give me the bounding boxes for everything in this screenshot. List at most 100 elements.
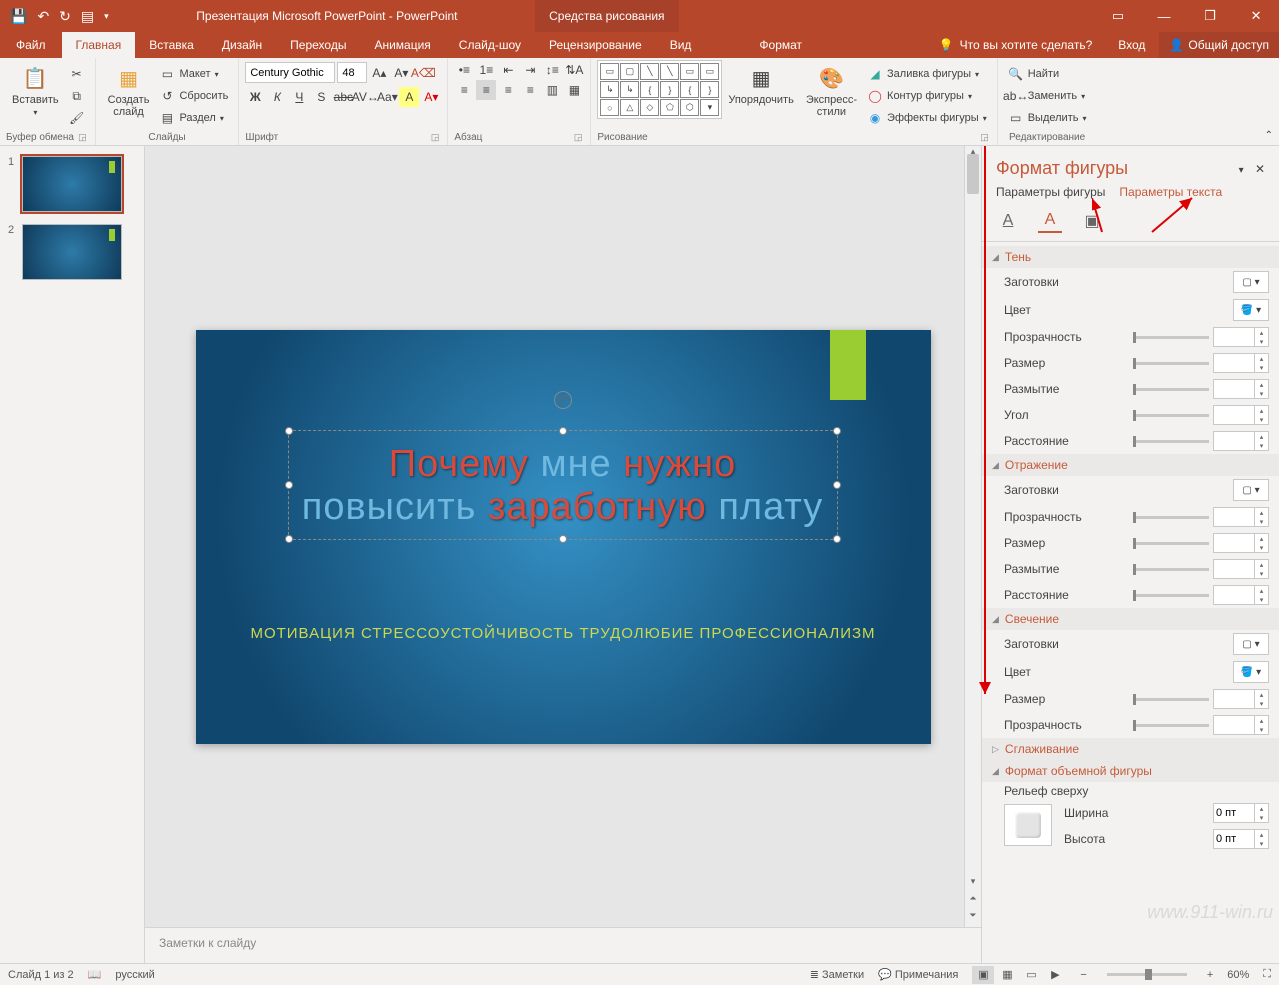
- refl-blur-slider[interactable]: [1133, 568, 1209, 571]
- collapse-ribbon-icon[interactable]: ⌃: [1265, 130, 1273, 141]
- accent-shape[interactable]: [830, 330, 866, 400]
- resize-handle[interactable]: [833, 481, 841, 489]
- scroll-thumb[interactable]: [967, 154, 979, 194]
- title-textbox[interactable]: ⟳ Почему мне нужно повысить заработную п…: [288, 430, 838, 540]
- resize-handle[interactable]: [285, 535, 293, 543]
- section-soft-edges[interactable]: Сглаживание: [982, 738, 1279, 760]
- angle-spin[interactable]: ▴▾: [1213, 405, 1269, 425]
- resize-handle[interactable]: [833, 535, 841, 543]
- glow-presets-dropdown[interactable]: ▢ ▾: [1233, 633, 1269, 655]
- tab-transitions[interactable]: Переходы: [276, 32, 360, 58]
- reading-view-button[interactable]: ▭: [1020, 966, 1042, 984]
- slide-counter[interactable]: Слайд 1 из 2: [8, 969, 74, 981]
- clear-formatting-button[interactable]: A⌫: [413, 63, 433, 83]
- refl-distance-slider[interactable]: [1133, 594, 1209, 597]
- notes-pane[interactable]: Заметки к слайду: [145, 927, 981, 963]
- font-launcher[interactable]: ◲: [429, 130, 442, 145]
- comments-toggle[interactable]: 💬 Примечания: [878, 968, 958, 981]
- zoom-slider[interactable]: [1107, 973, 1187, 976]
- bullets-button[interactable]: •≡: [454, 60, 474, 80]
- section-3d-format[interactable]: Формат объемной фигуры: [982, 760, 1279, 782]
- color-dropdown[interactable]: 🪣 ▾: [1233, 299, 1269, 321]
- numbering-button[interactable]: 1≡: [476, 60, 496, 80]
- reset-button[interactable]: ↺Сбросить: [155, 86, 232, 106]
- next-slide-icon[interactable]: ⏷: [965, 910, 981, 927]
- paste-button[interactable]: 📋 Вставить ▾: [6, 60, 65, 121]
- text-direction-button[interactable]: ⇅A: [564, 60, 584, 80]
- transparency-spin[interactable]: ▴▾: [1213, 327, 1269, 347]
- subtitle-text[interactable]: МОТИВАЦИЯ СТРЕССОУСТОЙЧИВОСТЬ ТРУДОЛЮБИЕ…: [196, 625, 931, 642]
- resize-handle[interactable]: [559, 535, 567, 543]
- tab-home[interactable]: Главная: [62, 32, 136, 58]
- align-center-button[interactable]: ≡: [476, 80, 496, 100]
- close-icon[interactable]: ✕: [1233, 0, 1279, 32]
- convert-smartart-button[interactable]: ▦: [564, 80, 584, 100]
- ribbon-display-icon[interactable]: ▭: [1095, 0, 1141, 32]
- fit-to-window-button[interactable]: ⛶: [1263, 968, 1271, 981]
- undo-icon[interactable]: ↶: [37, 8, 49, 25]
- arrange-button[interactable]: ▦ Упорядочить: [722, 60, 799, 110]
- shape-fill-button[interactable]: ◢Заливка фигуры▾: [863, 64, 991, 84]
- text-effects-icon[interactable]: A: [1038, 209, 1062, 233]
- start-from-beginning-icon[interactable]: ▤: [81, 8, 94, 25]
- signin-link[interactable]: Вход: [1104, 32, 1159, 58]
- shrink-font-button[interactable]: A▾: [391, 63, 411, 83]
- align-right-button[interactable]: ≡: [498, 80, 518, 100]
- cut-button[interactable]: ✂: [65, 64, 89, 84]
- bold-button[interactable]: Ж: [245, 87, 265, 107]
- slide-thumbnail-1[interactable]: [22, 156, 122, 212]
- text-options-tab[interactable]: Параметры текста: [1119, 185, 1222, 199]
- refl-blur-spin[interactable]: ▴▾: [1213, 559, 1269, 579]
- language-status[interactable]: русский: [115, 969, 154, 981]
- presets-dropdown[interactable]: ▢ ▾: [1233, 271, 1269, 293]
- text-fill-icon[interactable]: A: [996, 209, 1020, 233]
- line-spacing-button[interactable]: ↕≡: [542, 60, 562, 80]
- justify-button[interactable]: ≡: [520, 80, 540, 100]
- shape-effects-button[interactable]: ◉Эффекты фигуры▾: [863, 108, 991, 128]
- share-button[interactable]: 👤 Общий доступ: [1159, 32, 1279, 58]
- normal-view-button[interactable]: ▣: [972, 966, 994, 984]
- resize-handle[interactable]: [285, 481, 293, 489]
- bevel-preview-dropdown[interactable]: [1004, 804, 1052, 846]
- align-left-button[interactable]: ≡: [454, 80, 474, 100]
- textbox-icon[interactable]: ▣: [1080, 209, 1104, 233]
- maximize-icon[interactable]: ❐: [1187, 0, 1233, 32]
- rotate-handle-icon[interactable]: ⟳: [554, 391, 572, 409]
- angle-slider[interactable]: [1133, 414, 1209, 417]
- size-slider[interactable]: [1133, 362, 1209, 365]
- new-slide-button[interactable]: ▦ Создать слайд: [102, 60, 156, 122]
- refl-transparency-slider[interactable]: [1133, 516, 1209, 519]
- zoom-out-button[interactable]: −: [1080, 969, 1086, 981]
- spellcheck-icon[interactable]: 📖: [88, 968, 102, 981]
- tab-insert[interactable]: Вставка: [135, 32, 208, 58]
- glow-color-dropdown[interactable]: 🪣 ▾: [1233, 661, 1269, 683]
- font-color-button[interactable]: A▾: [421, 87, 441, 107]
- vertical-scrollbar[interactable]: ▴ ▾ ⏶ ⏷: [964, 146, 981, 927]
- tab-animations[interactable]: Анимация: [360, 32, 444, 58]
- slideshow-view-button[interactable]: ▶: [1044, 966, 1066, 984]
- shapes-gallery[interactable]: ▭▢╲╲▭▭ ↳↳{}{} ○△◇⬠⬡▾: [597, 60, 722, 119]
- shape-outline-button[interactable]: ◯Контур фигуры▾: [863, 86, 991, 106]
- tab-format[interactable]: Формат: [745, 32, 816, 58]
- distance-slider[interactable]: [1133, 440, 1209, 443]
- drawing-launcher[interactable]: ◲: [978, 130, 991, 145]
- font-name-input[interactable]: [245, 62, 335, 83]
- refl-size-spin[interactable]: ▴▾: [1213, 533, 1269, 553]
- resize-handle[interactable]: [559, 427, 567, 435]
- font-size-input[interactable]: [337, 62, 367, 83]
- shadow-text-button[interactable]: S: [311, 87, 331, 107]
- quick-styles-button[interactable]: 🎨 Экспресс- стили: [800, 60, 863, 122]
- size-spin[interactable]: ▴▾: [1213, 353, 1269, 373]
- format-painter-button[interactable]: 🖌: [65, 108, 89, 128]
- zoom-level[interactable]: 60%: [1227, 969, 1249, 981]
- blur-slider[interactable]: [1133, 388, 1209, 391]
- bevel-width-spin[interactable]: ▴▾: [1213, 803, 1269, 823]
- tab-file[interactable]: Файл: [0, 32, 62, 58]
- columns-button[interactable]: ▥: [542, 80, 562, 100]
- bevel-height-spin[interactable]: ▴▾: [1213, 829, 1269, 849]
- replace-button[interactable]: ab↔Заменить▾: [1004, 86, 1091, 106]
- layout-button[interactable]: ▭Макет▾: [155, 64, 232, 84]
- section-button[interactable]: ▤Раздел▾: [155, 108, 232, 128]
- decrease-indent-button[interactable]: ⇤: [498, 60, 518, 80]
- sorter-view-button[interactable]: ▦: [996, 966, 1018, 984]
